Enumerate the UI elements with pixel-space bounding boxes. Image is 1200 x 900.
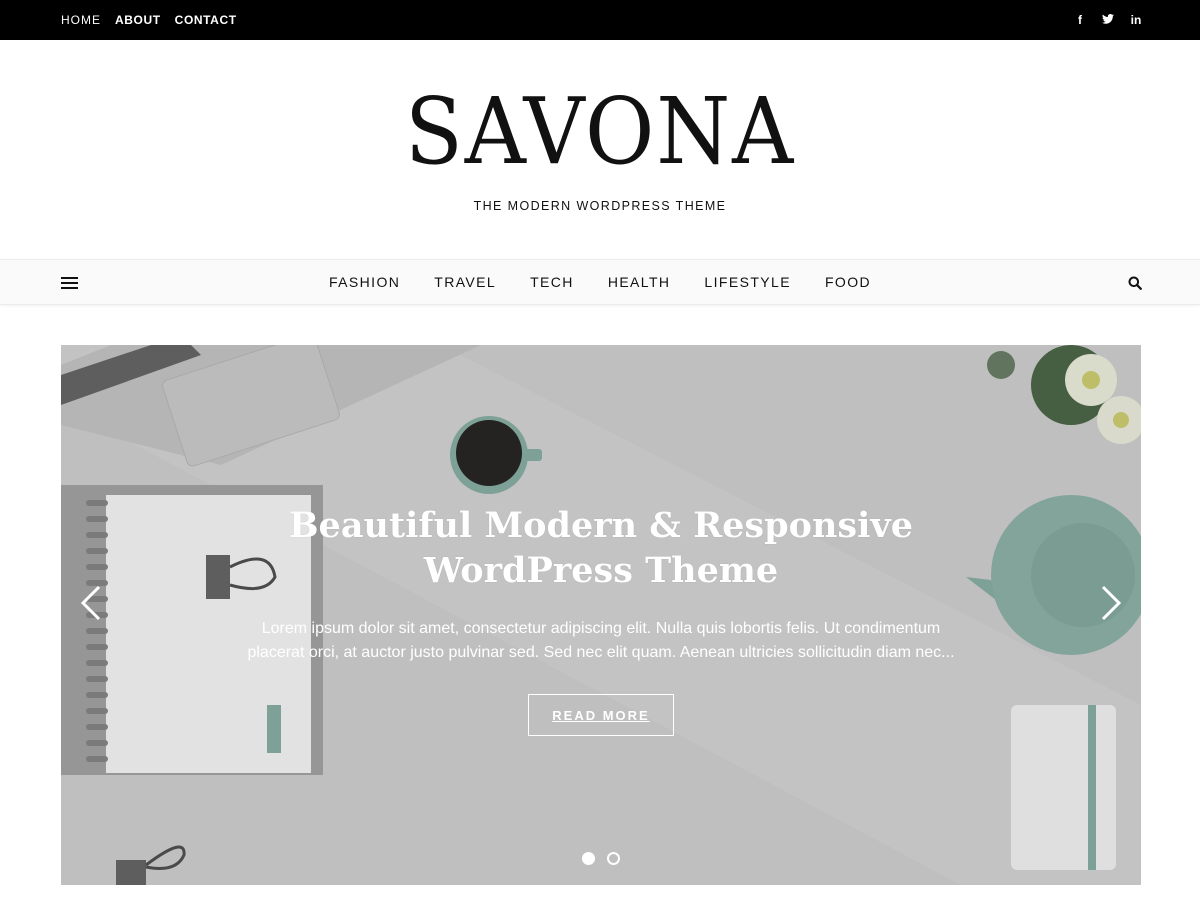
top-nav-about[interactable]: ABOUT xyxy=(115,13,161,27)
menu-item-fashion[interactable]: FASHION xyxy=(329,274,400,290)
menu-item-lifestyle[interactable]: LIFESTYLE xyxy=(704,274,791,290)
featured-slider: Beautiful Modern & Responsive WordPress … xyxy=(61,345,1141,885)
site-logo[interactable]: SAVONA xyxy=(48,82,1152,182)
top-nav: HOME ABOUT CONTACT xyxy=(61,0,237,40)
chevron-left-icon[interactable] xyxy=(79,583,103,623)
slider-dot-1[interactable] xyxy=(582,852,595,865)
main-nav: FASHION TRAVEL TECH HEALTH LIFESTYLE FOO… xyxy=(0,259,1200,305)
linkedin-icon[interactable]: in xyxy=(1130,13,1142,27)
slide-title-line1: Beautiful Modern & Responsive xyxy=(288,505,914,546)
site-header: SAVONA THE MODERN WORDPRESS THEME xyxy=(0,40,1200,259)
menu-item-travel[interactable]: TRAVEL xyxy=(434,274,496,290)
slide-title-line2: WordPress Theme xyxy=(423,550,779,591)
top-bar: HOME ABOUT CONTACT f in xyxy=(0,0,1200,40)
category-menu: FASHION TRAVEL TECH HEALTH LIFESTYLE FOO… xyxy=(0,260,1200,304)
search-icon[interactable] xyxy=(1128,276,1142,290)
menu-item-food[interactable]: FOOD xyxy=(825,274,871,290)
slide-excerpt: Lorem ipsum dolor sit amet, consectetur … xyxy=(247,620,955,661)
menu-item-tech[interactable]: TECH xyxy=(530,274,574,290)
slider-pagination xyxy=(582,852,620,865)
chevron-right-icon[interactable] xyxy=(1099,583,1123,623)
top-nav-home[interactable]: HOME xyxy=(61,13,101,27)
read-more-button[interactable]: READ MORE xyxy=(528,694,674,736)
facebook-icon[interactable]: f xyxy=(1074,13,1086,27)
site-tagline: THE MODERN WORDPRESS THEME xyxy=(473,199,727,213)
top-nav-contact[interactable]: CONTACT xyxy=(175,13,237,27)
social-links: f in xyxy=(1074,0,1142,40)
slide-title[interactable]: Beautiful Modern & Responsive WordPress … xyxy=(201,503,1001,593)
slider-dot-2[interactable] xyxy=(607,852,620,865)
twitter-icon[interactable] xyxy=(1102,13,1114,27)
menu-item-health[interactable]: HEALTH xyxy=(608,274,671,290)
